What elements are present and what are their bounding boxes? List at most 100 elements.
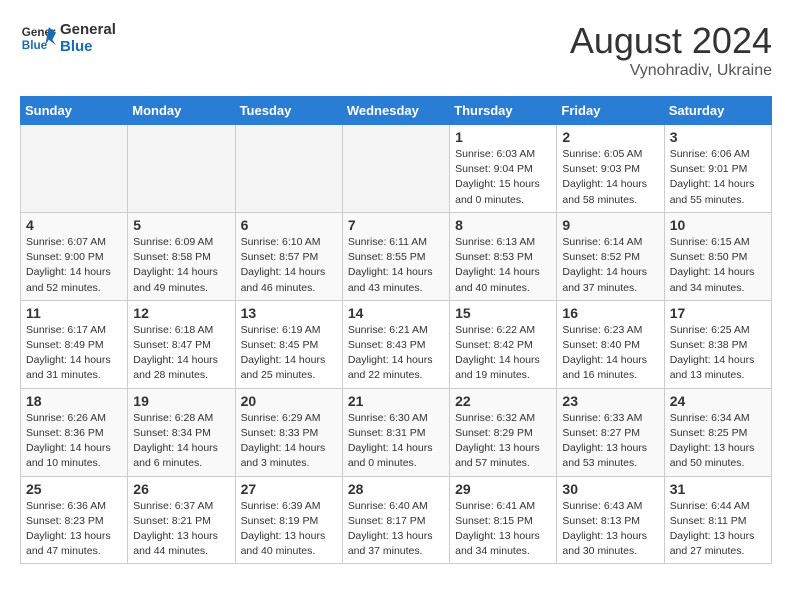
calendar-cell: 17 Sunrise: 6:25 AM Sunset: 8:38 PM Dayli… xyxy=(664,300,771,388)
logo-general: General xyxy=(60,21,116,38)
day-number: 24 xyxy=(670,393,766,409)
weekday-header: Sunday xyxy=(21,97,128,125)
day-info: Sunrise: 6:23 AM Sunset: 8:40 PM Dayligh… xyxy=(562,323,658,384)
day-number: 2 xyxy=(562,129,658,145)
calendar-cell xyxy=(235,125,342,213)
day-number: 12 xyxy=(133,305,229,321)
location-subtitle: Vynohradiv, Ukraine xyxy=(570,62,772,80)
day-info: Sunrise: 6:33 AM Sunset: 8:27 PM Dayligh… xyxy=(562,411,658,472)
calendar-cell: 2 Sunrise: 6:05 AM Sunset: 9:03 PM Daylig… xyxy=(557,125,664,213)
day-info: Sunrise: 6:13 AM Sunset: 8:53 PM Dayligh… xyxy=(455,235,551,296)
day-number: 18 xyxy=(26,393,122,409)
day-number: 5 xyxy=(133,217,229,233)
day-number: 17 xyxy=(670,305,766,321)
logo: General Blue General Blue xyxy=(20,20,116,56)
calendar-cell xyxy=(128,125,235,213)
calendar-cell: 23Sunrise: 6:33 AM Sunset: 8:27 PM Dayli… xyxy=(557,388,664,476)
calendar-cell: 13 Sunrise: 6:19 AM Sunset: 8:45 PM Dayli… xyxy=(235,300,342,388)
day-info: Sunrise: 6:22 AM Sunset: 8:42 PM Dayligh… xyxy=(455,323,551,384)
calendar-cell: 21 Sunrise: 6:30 AM Sunset: 8:31 PM Dayli… xyxy=(342,388,449,476)
day-number: 29 xyxy=(455,481,551,497)
calendar-cell: 31Sunrise: 6:44 AM Sunset: 8:11 PM Dayli… xyxy=(664,476,771,564)
calendar-cell: 24 Sunrise: 6:34 AM Sunset: 8:25 PM Dayli… xyxy=(664,388,771,476)
weekday-header: Monday xyxy=(128,97,235,125)
day-info: Sunrise: 6:41 AM Sunset: 8:15 PM Dayligh… xyxy=(455,499,551,560)
day-info: Sunrise: 6:09 AM Sunset: 8:58 PM Dayligh… xyxy=(133,235,229,296)
day-info: Sunrise: 6:37 AM Sunset: 8:21 PM Dayligh… xyxy=(133,499,229,560)
month-title: August 2024 xyxy=(570,20,772,62)
calendar-cell: 9Sunrise: 6:14 AM Sunset: 8:52 PM Daylig… xyxy=(557,212,664,300)
calendar-cell: 15 Sunrise: 6:22 AM Sunset: 8:42 PM Dayli… xyxy=(450,300,557,388)
day-info: Sunrise: 6:15 AM Sunset: 8:50 PM Dayligh… xyxy=(670,235,766,296)
day-info: Sunrise: 6:03 AM Sunset: 9:04 PM Dayligh… xyxy=(455,147,551,208)
calendar-cell: 25Sunrise: 6:36 AM Sunset: 8:23 PM Dayli… xyxy=(21,476,128,564)
day-number: 15 xyxy=(455,305,551,321)
calendar-cell: 11 Sunrise: 6:17 AM Sunset: 8:49 PM Dayli… xyxy=(21,300,128,388)
weekday-header: Wednesday xyxy=(342,97,449,125)
day-info: Sunrise: 6:34 AM Sunset: 8:25 PM Dayligh… xyxy=(670,411,766,472)
calendar-week-row: 11 Sunrise: 6:17 AM Sunset: 8:49 PM Dayli… xyxy=(21,300,772,388)
calendar-cell: 8 Sunrise: 6:13 AM Sunset: 8:53 PM Daylig… xyxy=(450,212,557,300)
day-number: 11 xyxy=(26,305,122,321)
day-info: Sunrise: 6:17 AM Sunset: 8:49 PM Dayligh… xyxy=(26,323,122,384)
day-info: Sunrise: 6:05 AM Sunset: 9:03 PM Dayligh… xyxy=(562,147,658,208)
day-info: Sunrise: 6:40 AM Sunset: 8:17 PM Dayligh… xyxy=(348,499,444,560)
day-info: Sunrise: 6:36 AM Sunset: 8:23 PM Dayligh… xyxy=(26,499,122,560)
day-number: 28 xyxy=(348,481,444,497)
day-number: 7 xyxy=(348,217,444,233)
calendar-cell: 4 Sunrise: 6:07 AM Sunset: 9:00 PM Daylig… xyxy=(21,212,128,300)
day-number: 4 xyxy=(26,217,122,233)
day-info: Sunrise: 6:06 AM Sunset: 9:01 PM Dayligh… xyxy=(670,147,766,208)
calendar-table: SundayMondayTuesdayWednesdayThursdayFrid… xyxy=(20,96,772,564)
day-number: 20 xyxy=(241,393,337,409)
logo-icon: General Blue xyxy=(20,20,56,56)
calendar-cell xyxy=(21,125,128,213)
calendar-cell: 28 Sunrise: 6:40 AM Sunset: 8:17 PM Dayli… xyxy=(342,476,449,564)
day-number: 8 xyxy=(455,217,551,233)
day-number: 16 xyxy=(562,305,658,321)
day-info: Sunrise: 6:25 AM Sunset: 8:38 PM Dayligh… xyxy=(670,323,766,384)
calendar-cell: 7 Sunrise: 6:11 AM Sunset: 8:55 PM Daylig… xyxy=(342,212,449,300)
day-number: 1 xyxy=(455,129,551,145)
calendar-week-row: 4 Sunrise: 6:07 AM Sunset: 9:00 PM Daylig… xyxy=(21,212,772,300)
day-info: Sunrise: 6:07 AM Sunset: 9:00 PM Dayligh… xyxy=(26,235,122,296)
calendar-cell: 10Sunrise: 6:15 AM Sunset: 8:50 PM Dayli… xyxy=(664,212,771,300)
day-info: Sunrise: 6:30 AM Sunset: 8:31 PM Dayligh… xyxy=(348,411,444,472)
page-header: General Blue General Blue August 2024 Vy… xyxy=(20,20,772,80)
day-info: Sunrise: 6:18 AM Sunset: 8:47 PM Dayligh… xyxy=(133,323,229,384)
day-number: 3 xyxy=(670,129,766,145)
calendar-cell: 19 Sunrise: 6:28 AM Sunset: 8:34 PM Dayli… xyxy=(128,388,235,476)
day-info: Sunrise: 6:28 AM Sunset: 8:34 PM Dayligh… xyxy=(133,411,229,472)
day-number: 26 xyxy=(133,481,229,497)
day-number: 14 xyxy=(348,305,444,321)
day-info: Sunrise: 6:19 AM Sunset: 8:45 PM Dayligh… xyxy=(241,323,337,384)
weekday-header: Thursday xyxy=(450,97,557,125)
day-number: 27 xyxy=(241,481,337,497)
day-number: 22 xyxy=(455,393,551,409)
logo-blue: Blue xyxy=(60,38,116,55)
day-info: Sunrise: 6:32 AM Sunset: 8:29 PM Dayligh… xyxy=(455,411,551,472)
day-number: 19 xyxy=(133,393,229,409)
day-info: Sunrise: 6:10 AM Sunset: 8:57 PM Dayligh… xyxy=(241,235,337,296)
title-block: August 2024 Vynohradiv, Ukraine xyxy=(570,20,772,80)
calendar-cell: 3 Sunrise: 6:06 AM Sunset: 9:01 PM Daylig… xyxy=(664,125,771,213)
calendar-week-row: 25Sunrise: 6:36 AM Sunset: 8:23 PM Dayli… xyxy=(21,476,772,564)
day-number: 21 xyxy=(348,393,444,409)
day-info: Sunrise: 6:43 AM Sunset: 8:13 PM Dayligh… xyxy=(562,499,658,560)
calendar-week-row: 1 Sunrise: 6:03 AM Sunset: 9:04 PM Daylig… xyxy=(21,125,772,213)
day-info: Sunrise: 6:26 AM Sunset: 8:36 PM Dayligh… xyxy=(26,411,122,472)
day-info: Sunrise: 6:29 AM Sunset: 8:33 PM Dayligh… xyxy=(241,411,337,472)
day-info: Sunrise: 6:21 AM Sunset: 8:43 PM Dayligh… xyxy=(348,323,444,384)
calendar-cell: 29 Sunrise: 6:41 AM Sunset: 8:15 PM Dayli… xyxy=(450,476,557,564)
svg-text:Blue: Blue xyxy=(22,39,48,52)
calendar-cell: 30 Sunrise: 6:43 AM Sunset: 8:13 PM Dayli… xyxy=(557,476,664,564)
day-number: 13 xyxy=(241,305,337,321)
day-info: Sunrise: 6:11 AM Sunset: 8:55 PM Dayligh… xyxy=(348,235,444,296)
day-number: 6 xyxy=(241,217,337,233)
calendar-cell: 18 Sunrise: 6:26 AM Sunset: 8:36 PM Dayli… xyxy=(21,388,128,476)
weekday-header: Tuesday xyxy=(235,97,342,125)
calendar-cell: 5 Sunrise: 6:09 AM Sunset: 8:58 PM Daylig… xyxy=(128,212,235,300)
day-number: 9 xyxy=(562,217,658,233)
weekday-header: Friday xyxy=(557,97,664,125)
day-number: 30 xyxy=(562,481,658,497)
